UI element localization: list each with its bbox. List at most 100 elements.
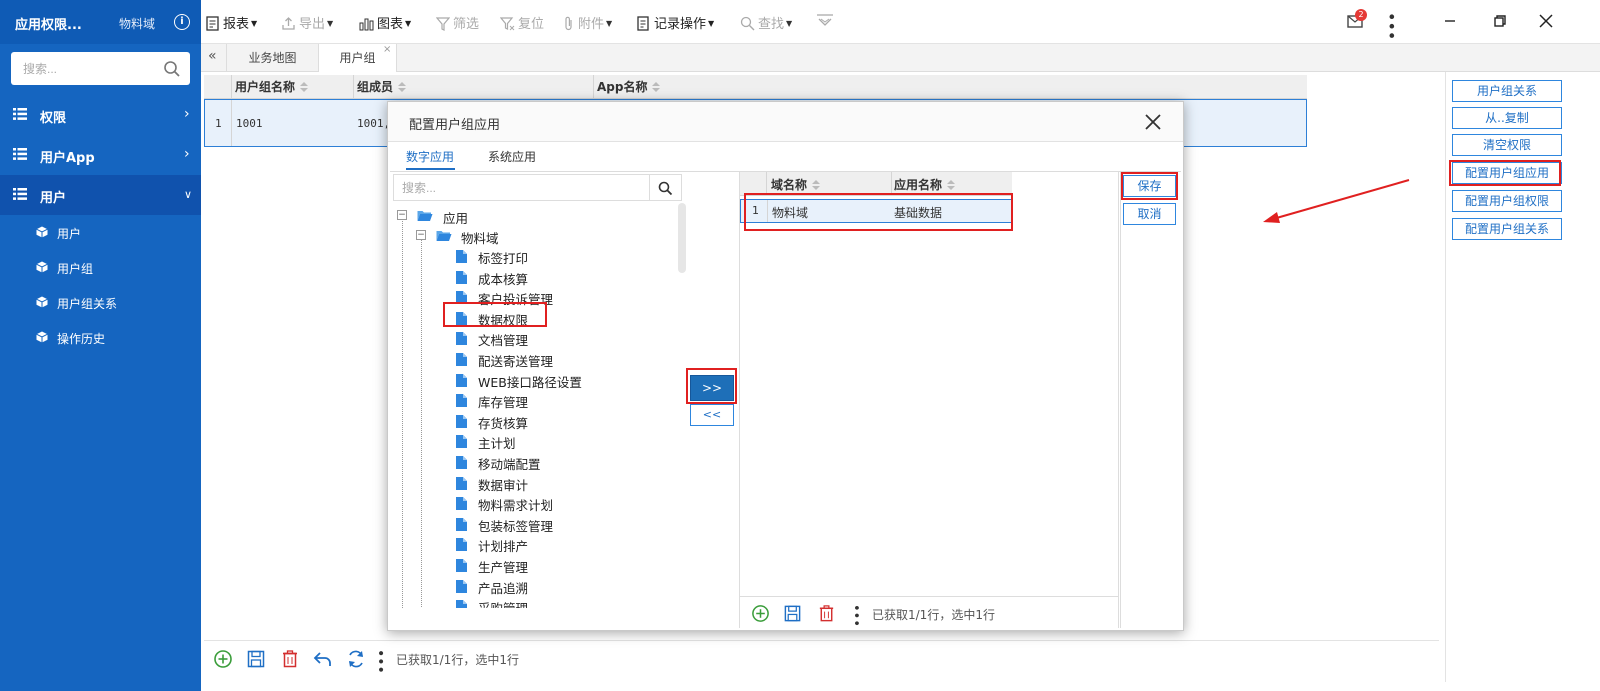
sidebar-search-input[interactable] [11, 52, 161, 85]
highlight-box [1449, 160, 1561, 186]
tree-node-label: 配送寄送管理 [478, 354, 554, 369]
close-icon[interactable] [1143, 112, 1163, 132]
filter-button[interactable]: 筛选 [435, 13, 480, 32]
tree-node-label: 计划排产 [478, 539, 529, 555]
sidebar-item-label: 用户组 [57, 262, 94, 276]
sidebar-item-user[interactable]: 用户 [0, 215, 201, 249]
close-window-icon[interactable] [1538, 13, 1554, 29]
move-left-button[interactable]: << [690, 404, 734, 426]
find-button[interactable]: 查找 ▼ [740, 13, 792, 32]
sidebar-menu-user-app[interactable]: 用户App › [0, 135, 201, 175]
add-icon[interactable] [751, 604, 770, 623]
export-label: 导出 [299, 17, 326, 32]
tree-node-label: 物料需求计划 [478, 498, 554, 514]
column-header[interactable]: 域名称 [771, 176, 821, 193]
column-header[interactable]: 组成员 [357, 78, 407, 95]
scrollbar-thumb[interactable] [678, 203, 686, 273]
tree-node-label: 文档管理 [478, 333, 529, 349]
folder-open-icon [417, 211, 433, 221]
tree-node-label: 包装标签管理 [478, 518, 554, 534]
sidebar-item-operation-history[interactable]: 操作历史 [0, 320, 201, 354]
domain-label[interactable]: 物料域 [119, 15, 155, 32]
minimize-icon[interactable] [1443, 14, 1457, 28]
tree-node-label: 生产管理 [478, 560, 529, 575]
save-icon[interactable] [246, 649, 266, 669]
sidebar-item-user-group[interactable]: 用户组 [0, 250, 201, 284]
grid-footer: ••• 已获取1/1行，选中1行 [740, 596, 1118, 628]
tree-node-label: 产品追溯 [478, 580, 529, 596]
menu-label: 用户 [40, 191, 67, 206]
sidebar-item-label: 用户 [57, 227, 82, 241]
reset-label: 复位 [518, 17, 545, 32]
menu-label: 权限 [40, 111, 67, 126]
sidebar-menu-user[interactable]: 用户 ∨ [0, 175, 201, 215]
info-icon[interactable]: i [174, 14, 190, 30]
record-ops-button[interactable]: 记录操作 ▼ [637, 13, 714, 32]
config-user-group-permission-button[interactable]: 配置用户组权限 [1452, 190, 1562, 212]
search-icon [740, 16, 755, 31]
save-icon[interactable] [783, 604, 802, 623]
restore-icon[interactable] [1493, 14, 1507, 28]
more-vertical-icon[interactable]: ••• [848, 604, 863, 627]
cube-icon [36, 331, 48, 343]
tab-business-map[interactable]: 业务地图 [226, 44, 319, 72]
more-vertical-icon[interactable]: ••• [372, 649, 388, 674]
more-vertical-icon[interactable]: ••• [1382, 12, 1401, 40]
tab-digital-apps[interactable]: 数字应用 [406, 148, 455, 170]
column-header[interactable]: 用户组名称 [235, 78, 309, 95]
file-icon [456, 373, 467, 387]
delete-icon[interactable] [817, 604, 836, 623]
sort-icon [300, 82, 309, 92]
mail-button[interactable]: 2 [1346, 9, 1367, 33]
collapse-toggle-icon[interactable]: − [397, 210, 407, 220]
collapse-toolbar-icon[interactable] [816, 13, 834, 29]
reset-button[interactable]: 复位 [499, 13, 545, 32]
cancel-button[interactable]: 取消 [1123, 203, 1176, 225]
sort-icon [652, 82, 661, 92]
chart-label: 图表 [377, 17, 404, 32]
collapse-toggle-icon[interactable]: − [416, 230, 426, 240]
column-label: 用户组名称 [235, 80, 296, 94]
chevron-right-icon: › [184, 146, 190, 162]
add-icon[interactable] [213, 649, 233, 669]
tab-user-group[interactable]: 用户组 × [319, 44, 397, 72]
attachment-button[interactable]: 附件 ▼ [563, 13, 612, 32]
column-label: 应用名称 [894, 178, 943, 192]
user-group-relation-button[interactable]: 用户组关系 [1452, 80, 1562, 102]
highlight-box [443, 302, 547, 327]
tree-search-button[interactable] [650, 174, 682, 201]
reset-filter-icon [499, 17, 515, 31]
tab-system-apps[interactable]: 系统应用 [488, 148, 536, 170]
collapse-sidebar-icon[interactable]: « [208, 48, 217, 64]
search-icon[interactable] [162, 59, 182, 79]
delete-icon[interactable] [280, 649, 300, 669]
clear-permissions-button[interactable]: 清空权限 [1452, 134, 1562, 156]
tree-node-label: 数据审计 [478, 477, 529, 493]
column-header[interactable]: 应用名称 [894, 176, 956, 193]
report-button[interactable]: 报表 ▼ [206, 13, 257, 32]
tree-search [393, 174, 651, 201]
copy-from-button[interactable]: 从..复制 [1452, 107, 1562, 129]
tab-bar: « 业务地图 用户组 × [201, 44, 1600, 72]
sidebar-item-user-group-relation[interactable]: 用户组关系 [0, 285, 201, 319]
chart-button[interactable]: 图表 ▼ [359, 13, 411, 32]
highlight-box [1121, 172, 1178, 200]
cube-icon [36, 226, 48, 238]
export-button[interactable]: 导出 ▼ [281, 13, 333, 32]
column-header[interactable]: App名称 [597, 78, 661, 95]
tree-node-label: 应用 [443, 211, 469, 226]
file-icon [456, 517, 467, 531]
bottom-toolbar: ••• 已获取1/1行，选中1行 [204, 640, 1439, 675]
config-user-group-relation-button[interactable]: 配置用户组关系 [1452, 218, 1562, 240]
undo-icon[interactable] [313, 649, 333, 669]
tree-search-input[interactable] [394, 175, 651, 200]
refresh-icon[interactable] [346, 649, 366, 669]
close-tab-icon[interactable]: × [383, 36, 391, 64]
row-number: 1 [215, 117, 222, 130]
tree-node-label: WEB接口路径设置 [478, 374, 582, 390]
sort-icon [947, 180, 956, 190]
cube-icon [36, 296, 48, 308]
sidebar-menu-permissions[interactable]: 权限 › [0, 95, 201, 135]
sort-icon [398, 82, 407, 92]
filter-label: 筛选 [453, 17, 480, 32]
